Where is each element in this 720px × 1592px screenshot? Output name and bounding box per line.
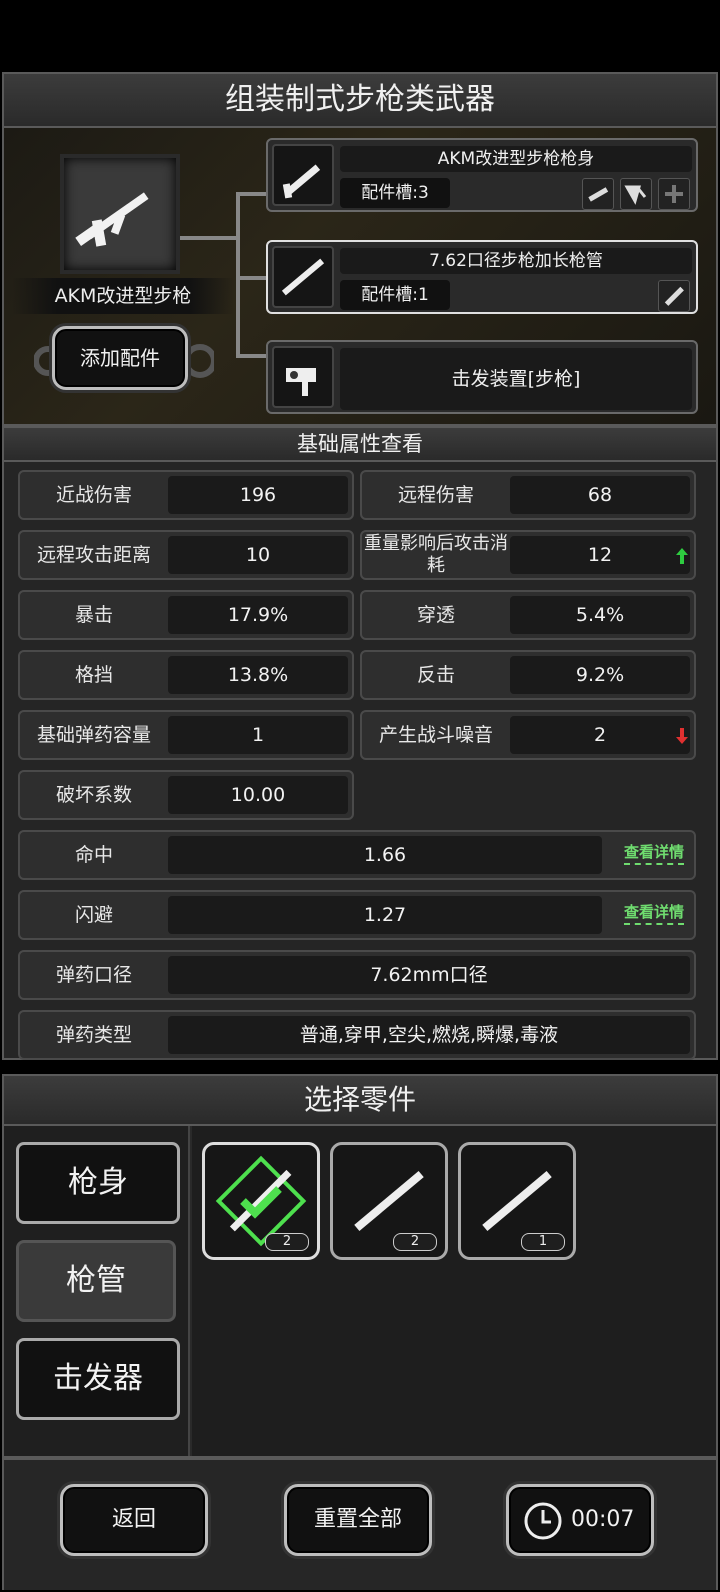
part-item[interactable]: 2 [330,1142,448,1260]
connector-line [236,354,266,358]
stat-value: 9.2% [510,656,690,694]
stat-label: 弹药类型 [55,1024,132,1046]
slot-trigger[interactable]: 击发装置[步枪] [266,340,698,414]
stat-counter: 反击 9.2% [360,650,696,700]
footer-bar: 返回 重置全部 00:07 [2,1458,718,1590]
stat-pierce: 穿透 5.4% [360,590,696,640]
stat-label: 闪避 [74,904,113,926]
stat-value: 68 [510,476,690,514]
tab-trigger[interactable]: 击发器 [16,1338,180,1420]
stat-value: 普通,穿甲,空尖,燃烧,瞬爆,毒液 [168,1016,690,1054]
timer-text: 00:07 [571,1507,635,1532]
part-count-badge: 2 [393,1233,437,1251]
reset-all-button[interactable]: 重置全部 [284,1484,432,1556]
stat-value: 7.62mm口径 [168,956,690,994]
tab-barrel[interactable]: 枪管 [16,1240,176,1322]
stat-label: 近战伤害 [55,484,132,506]
stat-destruction: 破坏系数 10.00 [18,770,354,820]
clock-icon [524,1502,562,1540]
hit-detail-link[interactable]: 查看详情 [623,841,684,865]
weapon-name: AKM改进型步枪 [12,278,234,314]
stat-caliber: 弹药口径 7.62mm口径 [18,950,696,1000]
slot-receiver-name: AKM改进型步枪枪身 [340,146,692,172]
stat-value: 196 [168,476,348,514]
stat-label: 弹药口径 [55,964,132,986]
receiver-icon [272,144,334,206]
slot-receiver-count: 配件槽:3 [340,178,450,208]
stat-ammo-type: 弹药类型 普通,穿甲,空尖,燃烧,瞬爆,毒液 [18,1010,696,1060]
stat-label: 产生战斗噪音 [378,724,493,746]
slot-barrel[interactable]: 7.62口径步枪加长枪管 配件槽:1 [266,240,698,314]
stat-value: 10.00 [168,776,348,814]
stat-label: 暴击 [74,604,113,626]
part-count-badge: 2 [265,1233,309,1251]
stat-hit: 命中 1.66 查看详情 [18,830,696,880]
stat-label: 重量影响后攻击消耗 [364,533,508,576]
stat-label: 基础弹药容量 [36,724,151,746]
scope-attachment-icon[interactable] [582,178,614,210]
stat-weight-cost: 重量影响后攻击消耗 12 [360,530,696,580]
stat-ranged-distance: 远程攻击距离 10 [18,530,354,580]
add-attachment-icon[interactable] [658,178,690,210]
stats-panel: 近战伤害 196 远程伤害 68 远程攻击距离 10 重量影响后攻击消耗 12 暴击 17… [2,460,718,1060]
stat-crit: 暴击 17.9% [18,590,354,640]
slot-trigger-name: 击发装置[步枪] [340,348,692,410]
part-item[interactable]: 1 [458,1142,576,1260]
slot-barrel-count: 配件槽:1 [340,280,450,310]
tab-receiver[interactable]: 枪身 [16,1142,180,1224]
stat-noise: 产生战斗噪音 2 [360,710,696,760]
connector-line [236,192,240,358]
stat-ammo-capacity: 基础弹药容量 1 [18,710,354,760]
stat-block: 格挡 13.8% [18,650,354,700]
stat-label: 远程攻击距离 [36,544,151,566]
weapon-preview[interactable] [60,154,180,274]
stat-ranged-damage: 远程伤害 68 [360,470,696,520]
arrow-down-icon [676,728,688,744]
stat-value: 5.4% [510,596,690,634]
part-count-badge: 1 [521,1233,565,1251]
stat-value: 1 [168,716,348,754]
stat-label: 反击 [416,664,455,686]
parts-panel: 枪身 枪管 击发器 2 2 1 [2,1124,718,1458]
stat-value: 17.9% [168,596,348,634]
screen: 组装制式步枪类武器 AKM改进型步枪 添加配件 AKM改进型步枪枪身 配件槽:3… [0,0,720,1592]
timer-button[interactable]: 00:07 [506,1484,654,1556]
stat-value: 13.8% [168,656,348,694]
stat-label: 远程伤害 [397,484,474,506]
arrow-up-icon [676,548,688,564]
back-button[interactable]: 返回 [60,1484,208,1556]
dodge-detail-link[interactable]: 查看详情 [623,901,684,925]
stats-header: 基础属性查看 [2,426,718,462]
stat-label: 破坏系数 [55,784,132,806]
stat-value: 10 [168,536,348,574]
stat-melee-damage: 近战伤害 196 [18,470,354,520]
connector-line [180,236,236,240]
select-parts-header: 选择零件 [2,1074,718,1126]
slot-barrel-name: 7.62口径步枪加长枪管 [340,248,692,274]
part-item-selected[interactable]: 2 [202,1142,320,1260]
add-parts-button[interactable]: 添加配件 [52,326,188,390]
connector-line [236,276,266,280]
stat-value: 1.66 [168,836,602,874]
stat-label: 格挡 [74,664,113,686]
stat-label: 命中 [74,844,113,866]
muzzle-attachment-icon[interactable] [658,280,690,312]
stat-label: 穿透 [416,604,455,626]
stat-value: 2 [510,716,690,754]
slot-receiver[interactable]: AKM改进型步枪枪身 配件槽:3 [266,138,698,212]
rifle-icon [75,192,149,247]
grip-attachment-icon[interactable] [620,178,652,210]
connector-line [236,192,266,196]
assembly-panel: AKM改进型步枪 添加配件 AKM改进型步枪枪身 配件槽:3 7.62口径步枪加… [2,126,718,426]
barrel-icon [272,246,334,308]
stat-value: 12 [510,536,690,574]
page-title: 组装制式步枪类武器 [2,72,718,128]
stat-dodge: 闪避 1.27 查看详情 [18,890,696,940]
trigger-icon [272,346,334,408]
stat-value: 1.27 [168,896,602,934]
